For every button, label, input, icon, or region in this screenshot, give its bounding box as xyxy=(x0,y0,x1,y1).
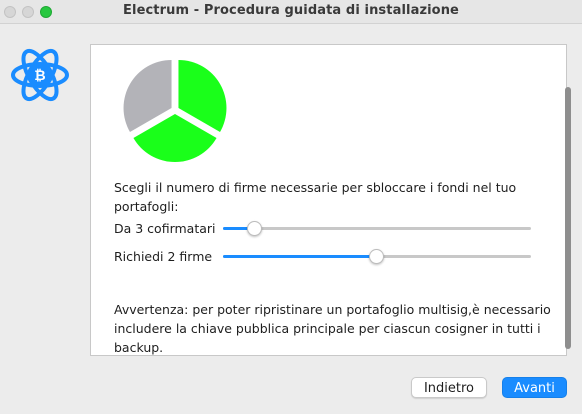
signatures-slider[interactable] xyxy=(223,248,531,266)
cosigners-slider-thumb[interactable] xyxy=(247,221,263,236)
vertical-scrollbar[interactable] xyxy=(565,87,571,349)
signatures-slider-thumb[interactable] xyxy=(369,249,384,264)
cosigners-slider-track xyxy=(223,227,531,230)
wizard-panel: Scegli il numero di firme necessarie per… xyxy=(90,44,567,356)
window-title: Electrum - Procedura guidata di installa… xyxy=(123,3,459,18)
svg-text:₿: ₿ xyxy=(34,68,45,84)
instruction-text: Scegli il numero di firme necessarie per… xyxy=(114,180,517,214)
next-button[interactable]: Avanti xyxy=(502,377,567,398)
signatures-slider-fill xyxy=(223,255,377,258)
signatures-pie-chart xyxy=(123,60,227,162)
multisig-warning-text: Avvertenza: per poter ripristinare un po… xyxy=(114,302,551,355)
cosigners-slider[interactable] xyxy=(223,220,531,238)
back-button[interactable]: Indietro xyxy=(411,377,487,398)
signatures-label: Richiedi 2 firme xyxy=(114,249,213,264)
electrum-logo-icon: ₿ xyxy=(11,48,69,102)
cosigners-label: Da 3 cofirmatari xyxy=(114,221,216,236)
title-bar: Electrum - Procedura guidata di installa… xyxy=(0,0,582,24)
